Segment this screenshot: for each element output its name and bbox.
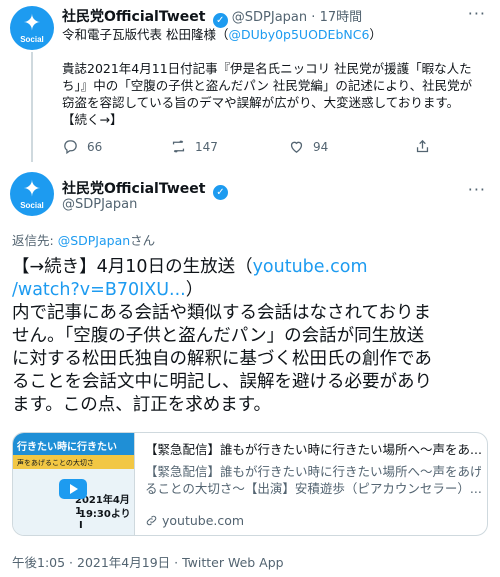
more-options-icon[interactable]: ··· (468, 4, 486, 23)
like-count: 94 (313, 139, 329, 154)
avatar[interactable]: ✦ Social (10, 6, 54, 50)
handle[interactable]: @SDPJapan (62, 197, 137, 212)
tweet2-body: 【→続き】4月10日の生放送（youtube.com /watch?v=B70I… (12, 256, 492, 417)
card-title: 【緊急配信】誰もが行きたい時に行きたい場所へ〜声をあ... (145, 442, 481, 457)
tweet2-text-line: /watch?v=B70IXU...） (12, 280, 204, 300)
share-button[interactable] (414, 138, 431, 155)
tweet2-text-line: に対する松田氏独自の解釈に基づく松田氏の創作であ (12, 349, 432, 369)
link-icon (146, 515, 157, 526)
tweet1-line-recipient: 令和電子瓦版代表 松田隆様（@DUby0p5UODEbNC6） (62, 27, 382, 42)
tweet2-text-line: 【→続き】4月10日の生放送（youtube.com (12, 257, 368, 277)
retweet-button[interactable]: 147 (170, 138, 218, 155)
avatar-label: Social (20, 34, 44, 44)
youtube-link-path[interactable]: /watch?v=B70IXU... (12, 280, 186, 300)
retweet-count: 147 (195, 139, 218, 154)
thumbnail-time: 19:30よりI (79, 509, 131, 531)
reply-icon (64, 140, 77, 155)
display-name[interactable]: 社民党OfficialTweet (62, 181, 206, 197)
tweet2-text-line: ます。この点、訂正を求めます。 (12, 395, 271, 415)
card-text: 【緊急配信】誰もが行きたい時に行きたい場所へ〜声をあ... 【緊急配信】誰もが行… (145, 441, 481, 497)
tweet1-text-line: ち」』中の「空腹の子供と盗んだパン 社民党編」の記述により、社民党が (62, 78, 473, 93)
card-description: ることの大切さ〜【出演】安積遊歩（ピアカウンセラー）... (145, 481, 481, 496)
tweet1-text-line: 【続く→】 (62, 112, 123, 127)
tweet2-text-line: 内で記事にある会話や類似する会話はなされておりま (12, 303, 431, 323)
sdp-logo-icon: ✦ (22, 176, 42, 202)
youtube-link[interactable]: youtube.com (253, 257, 368, 277)
tweet2-text-line: ることを会話文中に明記し、誤解を避ける必要があり (12, 372, 432, 392)
thumbnail-subbanner-text: 声をあげることの大切さ (17, 459, 94, 467)
reply-to-link[interactable]: @SDPJapan (58, 233, 130, 248)
retweet-icon (172, 140, 185, 153)
heart-icon (290, 141, 303, 153)
tweet1-text-line: 窃盗を容認している旨のデマや誤解が広がり、大変迷惑しております。 (62, 95, 460, 110)
thumbnail-banner-text: 行きたい時に行きたい (17, 442, 117, 453)
tweet1-header: 社民党OfficialTweet ✓ @SDPJapan · 17時間 (62, 6, 362, 28)
tweet2-text-line: せん。「空腹の子供と盗んだパン」の会話が同生放送 (12, 326, 425, 346)
display-name[interactable]: 社民党OfficialTweet (62, 9, 206, 25)
mention-link[interactable]: @DUby0p5UODEbNC6 (228, 27, 369, 42)
share-icon (416, 139, 429, 153)
avatar[interactable]: ✦ Social (10, 172, 54, 216)
handle[interactable]: @SDPJapan (232, 10, 307, 25)
avatar-label: Social (20, 200, 44, 210)
tweet1-text-line: 貴誌2021年4月11日付記事『伊是名氏ニッコリ 社民党が援護「暇な人た (62, 61, 472, 76)
link-preview-card[interactable]: 行きたい時に行きたい 声をあげることの大切さ 2021年4月1 19:30よりI… (12, 432, 488, 536)
timestamp[interactable]: 17時間 (320, 10, 363, 25)
sdp-logo-icon: ✦ (22, 10, 42, 36)
replying-to: 返信先: @SDPJapanさん (12, 233, 156, 248)
separator: · (311, 10, 316, 25)
verified-badge-icon: ✓ (212, 185, 228, 200)
reply-button[interactable]: 66 (62, 138, 102, 155)
video-thumbnail[interactable]: 行きたい時に行きたい 声をあげることの大切さ 2021年4月1 19:30よりI (13, 433, 135, 535)
more-options-icon[interactable]: ··· (468, 180, 486, 199)
thread-connector (31, 52, 33, 162)
card-domain: youtube.com (145, 513, 244, 528)
card-description: 【緊急配信】誰もが行きたい時に行きたい場所へ〜声をあげ (145, 464, 481, 479)
play-icon[interactable] (59, 479, 87, 499)
like-button[interactable]: 94 (288, 138, 328, 155)
tweet-metadata[interactable]: 午後1:05 · 2021年4月19日 · Twitter Web App (12, 552, 284, 571)
reply-count: 66 (87, 139, 103, 154)
